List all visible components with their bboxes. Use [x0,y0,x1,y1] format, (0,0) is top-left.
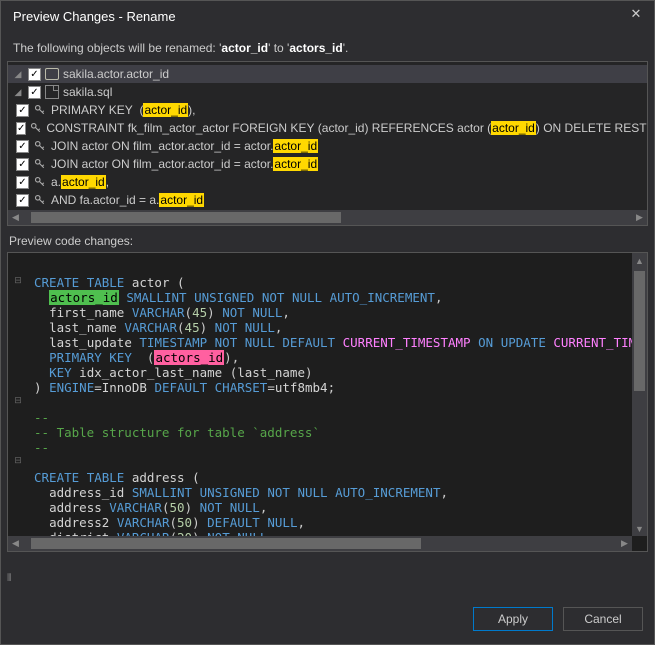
tree-item-text: JOIN actor ON film_actor.actor_id = acto… [51,139,318,153]
scrollbar-thumb[interactable] [31,212,341,223]
file-icon [45,85,59,99]
checkbox[interactable]: ✓ [28,68,41,81]
checkbox[interactable]: ✓ [16,104,29,117]
key-icon [33,193,47,207]
scroll-right-icon[interactable]: ▶ [617,536,632,551]
tree-item[interactable]: ✓ CONSTRAINT fk_film_actor_actor FOREIGN … [8,119,647,137]
fold-icon[interactable]: ⊟ [8,455,28,470]
close-icon[interactable]: ✕ [626,6,646,26]
fold-gutter: ⊟ ⊟ ⊟ [8,253,28,551]
key-icon [33,175,47,189]
key-icon [33,139,47,153]
preview-label: Preview code changes: [1,226,654,252]
window-title: Preview Changes - Rename [13,9,626,24]
horizontal-scrollbar[interactable]: ◀ ▶ [8,210,647,225]
tree-item[interactable]: ✓ AND fa.actor_id = a.actor_id [8,191,647,209]
vertical-scrollbar[interactable]: ▲ ▼ [632,253,647,536]
split-handle-icon[interactable]: ⦀ [7,573,17,583]
tree-root-label: sakila.actor.actor_id [63,67,169,81]
column-icon [45,68,59,80]
checkbox[interactable]: ✓ [16,158,29,171]
tree-item-text: a.actor_id, [51,175,109,189]
key-icon [30,121,42,135]
tree-item-text: JOIN actor ON film_actor.actor_id = acto… [51,157,318,171]
tree-item-text: PRIMARY KEY (actor_id), [51,103,196,117]
changes-tree: ◢ ✓ sakila.actor.actor_id ◢ ✓ sakila.sql… [7,61,648,226]
key-icon [33,103,47,117]
checkbox[interactable]: ✓ [16,140,29,153]
horizontal-scrollbar[interactable]: ◀ ▶ [8,536,632,551]
checkbox[interactable]: ✓ [16,176,29,189]
scroll-right-icon[interactable]: ▶ [632,210,647,225]
scroll-down-icon[interactable]: ▼ [632,521,647,536]
tree-item-text: AND fa.actor_id = a.actor_id [51,193,204,207]
rename-description: The following objects will be renamed: '… [1,31,654,61]
key-icon [33,157,47,171]
tree-item-text: CONSTRAINT fk_film_actor_actor FOREIGN K… [46,121,647,135]
cancel-button[interactable]: Cancel [563,607,643,631]
tree-file[interactable]: ◢ ✓ sakila.sql [8,83,647,101]
tree-item[interactable]: ✓ a.actor_id, [8,173,647,191]
fold-icon[interactable]: ⊟ [8,275,28,290]
apply-button[interactable]: Apply [473,607,553,631]
checkbox[interactable]: ✓ [28,86,41,99]
scrollbar-thumb[interactable] [634,271,645,391]
tree-item[interactable]: ✓ PRIMARY KEY (actor_id), [8,101,647,119]
collapse-icon[interactable]: ◢ [12,69,24,80]
tree-file-label: sakila.sql [63,85,112,99]
checkbox[interactable]: ✓ [16,122,26,135]
titlebar: Preview Changes - Rename ✕ [1,1,654,31]
scroll-left-icon[interactable]: ◀ [8,536,23,551]
dialog-buttons: Apply Cancel [461,593,655,645]
scroll-up-icon[interactable]: ▲ [632,253,647,268]
checkbox[interactable]: ✓ [16,194,29,207]
tree-item[interactable]: ✓ JOIN actor ON film_actor.actor_id = act… [8,155,647,173]
tree-root[interactable]: ◢ ✓ sakila.actor.actor_id [8,65,647,83]
scrollbar-thumb[interactable] [31,538,421,549]
code-area[interactable]: CREATE TABLE actor ( actors_id SMALLINT … [28,253,647,551]
scroll-left-icon[interactable]: ◀ [8,210,23,225]
tree-item[interactable]: ✓ JOIN actor ON film_actor.actor_id = act… [8,137,647,155]
fold-icon[interactable]: ⊟ [8,395,28,410]
code-preview: ⊟ ⊟ ⊟ CREATE TABLE actor ( actors_id SMA… [7,252,648,552]
collapse-icon[interactable]: ◢ [12,87,24,98]
